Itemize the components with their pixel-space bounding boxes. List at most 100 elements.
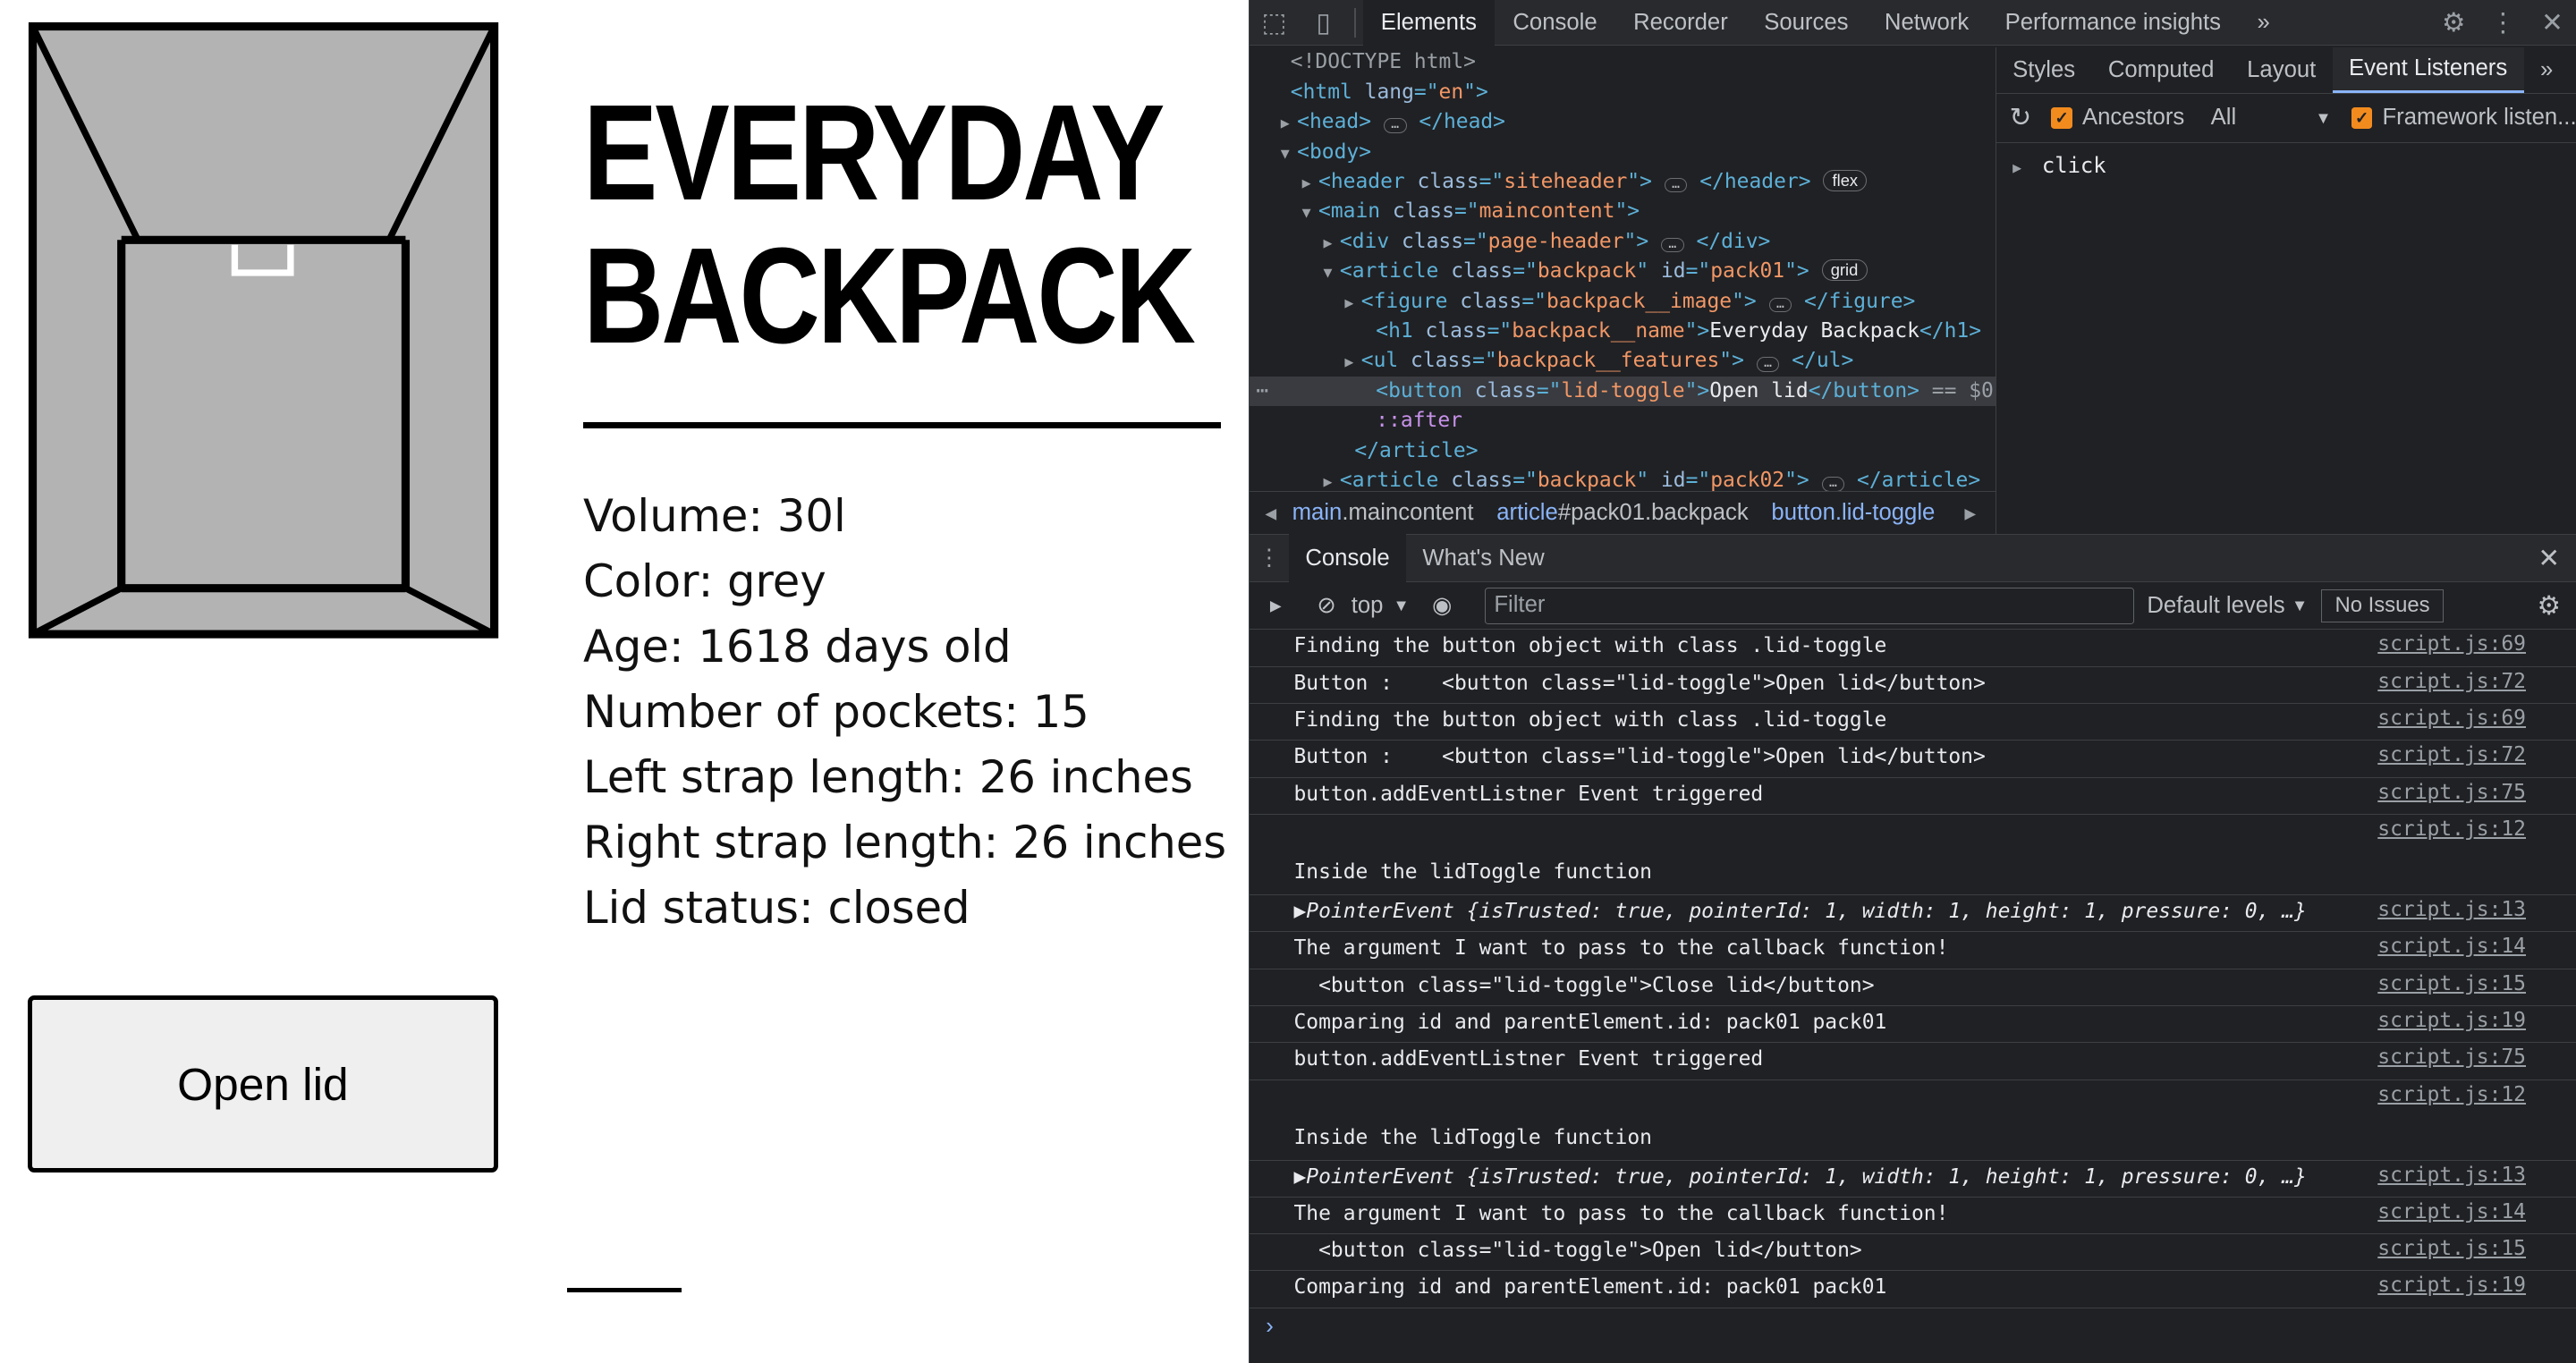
tab-event-listeners[interactable]: Event Listeners: [2332, 47, 2524, 94]
dom-node[interactable]: ▶ <header class="siteheader"> … </header>…: [1250, 167, 1996, 197]
chevron-down-icon[interactable]: ▼: [1394, 596, 1410, 615]
side-more-tabs-button[interactable]: »: [2524, 47, 2570, 93]
collapsed-ellipsis-icon[interactable]: …: [1768, 297, 1792, 313]
dom-token: ">: [1614, 199, 1640, 224]
chevron-down-icon[interactable]: ▼: [2315, 108, 2331, 128]
dom-node[interactable]: ▶ <div class="page-header"> … </div>: [1250, 227, 1996, 257]
dom-node[interactable]: <html lang="en">: [1250, 78, 1996, 107]
tab-layout[interactable]: Layout: [2231, 47, 2333, 93]
breadcrumb-item[interactable]: article#pack01.backpack: [1496, 500, 1748, 526]
log-levels-select[interactable]: Default levels: [2147, 593, 2284, 619]
source-link[interactable]: script.js:69: [2377, 704, 2526, 733]
drawer-menu-icon[interactable]: ⋮: [1250, 545, 1289, 571]
dom-token: =": [1536, 378, 1562, 402]
close-devtools-icon[interactable]: ✕: [2528, 0, 2576, 46]
context-select[interactable]: top: [1352, 593, 1384, 619]
open-lid-button[interactable]: Open lid: [28, 995, 498, 1173]
console-settings-gear-icon[interactable]: ⚙: [2521, 590, 2576, 622]
expand-arrow-icon[interactable]: ▶: [1324, 228, 1340, 258]
dom-node[interactable]: </article>: [1250, 436, 1996, 466]
layout-badge[interactable]: grid: [1821, 259, 1868, 282]
source-link[interactable]: script.js:12: [2377, 815, 2526, 844]
collapsed-ellipsis-icon[interactable]: …: [1383, 117, 1407, 133]
dom-node[interactable]: <!DOCTYPE html>: [1250, 47, 1996, 77]
dom-node[interactable]: <h1 class="backpack__name">Everyday Back…: [1250, 317, 1996, 346]
tab-elements[interactable]: Elements: [1362, 0, 1496, 46]
close-drawer-icon[interactable]: ✕: [2521, 543, 2576, 574]
tab-sources[interactable]: Sources: [1746, 0, 1867, 46]
source-link[interactable]: script.js:19: [2377, 1006, 2526, 1036]
tab-computed[interactable]: Computed: [2091, 47, 2230, 93]
breadcrumb-right-icon[interactable]: ▸: [1964, 500, 1976, 527]
breadcrumb-left-icon[interactable]: ◂: [1250, 500, 1292, 527]
expand-arrow-icon[interactable]: ▶: [1281, 108, 1297, 138]
console-message-text[interactable]: ▶PointerEvent {isTrusted: true, pointerI…: [1293, 900, 2306, 923]
settings-gear-icon[interactable]: ⚙: [2429, 0, 2479, 46]
expand-arrow-icon[interactable]: ▼: [1281, 139, 1297, 168]
dom-node[interactable]: ▼ <article class="backpack" id="pack01"> …: [1250, 257, 1996, 286]
dom-node[interactable]: ▶ <article class="backpack" id="pack02"> …: [1250, 466, 1996, 492]
filter-input[interactable]: Filter: [1485, 588, 2134, 624]
dom-node[interactable]: ::after: [1250, 406, 1996, 436]
dom-node[interactable]: ▶ <head> … </head>: [1250, 107, 1996, 137]
tab-console[interactable]: Console: [1495, 0, 1615, 46]
collapsed-ellipsis-icon[interactable]: …: [1756, 357, 1780, 372]
live-expression-eye-icon[interactable]: ◉: [1410, 592, 1475, 619]
source-link[interactable]: script.js:72: [2377, 741, 2526, 770]
tab-performance-insights[interactable]: Performance insights: [1987, 0, 2239, 46]
expand-arrow-icon[interactable]: ▼: [1302, 198, 1318, 227]
source-link[interactable]: script.js:12: [2377, 1080, 2526, 1110]
breadcrumb-item[interactable]: button.lid-toggle: [1771, 500, 1935, 526]
inspect-element-icon[interactable]: ⬚: [1250, 0, 1299, 46]
drawer-tab-console[interactable]: Console: [1288, 534, 1406, 582]
source-link[interactable]: script.js:69: [2377, 630, 2526, 659]
clear-console-icon[interactable]: ⊘: [1302, 592, 1352, 619]
refresh-icon[interactable]: ↻: [2009, 102, 2031, 133]
source-link[interactable]: script.js:14: [2377, 932, 2526, 961]
all-select[interactable]: All: [2211, 105, 2237, 131]
console-prompt[interactable]: ›: [1250, 1308, 2576, 1344]
source-link[interactable]: script.js:72: [2377, 667, 2526, 697]
source-link[interactable]: script.js:75: [2377, 778, 2526, 808]
dom-token: Everyday Backpack: [1709, 319, 1919, 343]
source-link[interactable]: script.js:14: [2377, 1198, 2526, 1227]
device-toolbar-icon[interactable]: ▯: [1299, 0, 1348, 46]
breadcrumb-tag: button: [1771, 500, 1835, 526]
event-listener-item[interactable]: ▶ click: [1996, 143, 2576, 178]
expand-arrow-icon[interactable]: ▶: [1344, 347, 1360, 377]
ancestors-checkbox[interactable]: ✓: [2051, 106, 2072, 129]
chevron-down-icon[interactable]: ▼: [2292, 596, 2308, 615]
dom-node[interactable]: ▶ <ul class="backpack__features"> … </ul>: [1250, 346, 1996, 376]
tab-styles[interactable]: Styles: [1996, 47, 2092, 93]
sidebar-toggle-icon[interactable]: ▸: [1250, 592, 1302, 619]
dom-node[interactable]: ▼ <main class="maincontent">: [1250, 197, 1996, 226]
issues-button[interactable]: No Issues: [2320, 588, 2445, 622]
expand-arrow-icon[interactable]: ▶: [1324, 467, 1340, 491]
expand-arrow-icon[interactable]: ▶: [2012, 159, 2029, 176]
expand-arrow-icon[interactable]: ▼: [1324, 258, 1340, 287]
dom-node[interactable]: ▼ <body>: [1250, 138, 1996, 167]
breadcrumb-item[interactable]: main.maincontent: [1292, 500, 1474, 526]
framework-checkbox[interactable]: ✓: [2351, 106, 2373, 129]
dom-node[interactable]: ⋯ <button class="lid-toggle">Open lid</bu…: [1249, 376, 1996, 407]
console-message-text[interactable]: ▶PointerEvent {isTrusted: true, pointerI…: [1293, 1165, 2306, 1189]
collapsed-ellipsis-icon[interactable]: …: [1664, 177, 1688, 193]
drawer-tab-what-s-new[interactable]: What's New: [1406, 534, 1561, 581]
tab-network[interactable]: Network: [1867, 0, 1987, 46]
dom-node[interactable]: ▶ <figure class="backpack__image"> … </fi…: [1250, 287, 1996, 317]
more-tabs-button[interactable]: »: [2239, 0, 2288, 46]
source-link[interactable]: script.js:15: [2377, 1234, 2526, 1264]
more-options-icon[interactable]: ⋮: [2479, 0, 2528, 46]
expand-arrow-icon[interactable]: ▶: [1302, 168, 1318, 198]
node-ellipsis-icon[interactable]: ⋯: [1256, 377, 1268, 406]
layout-badge[interactable]: flex: [1823, 170, 1868, 192]
source-link[interactable]: script.js:13: [2377, 895, 2526, 925]
collapsed-ellipsis-icon[interactable]: …: [1660, 237, 1684, 253]
source-link[interactable]: script.js:13: [2377, 1161, 2526, 1190]
collapsed-ellipsis-icon[interactable]: …: [1821, 476, 1845, 492]
expand-arrow-icon[interactable]: ▶: [1344, 288, 1360, 317]
source-link[interactable]: script.js:75: [2377, 1043, 2526, 1072]
source-link[interactable]: script.js:15: [2377, 969, 2526, 999]
tab-recorder[interactable]: Recorder: [1615, 0, 1746, 46]
source-link[interactable]: script.js:19: [2377, 1271, 2526, 1300]
